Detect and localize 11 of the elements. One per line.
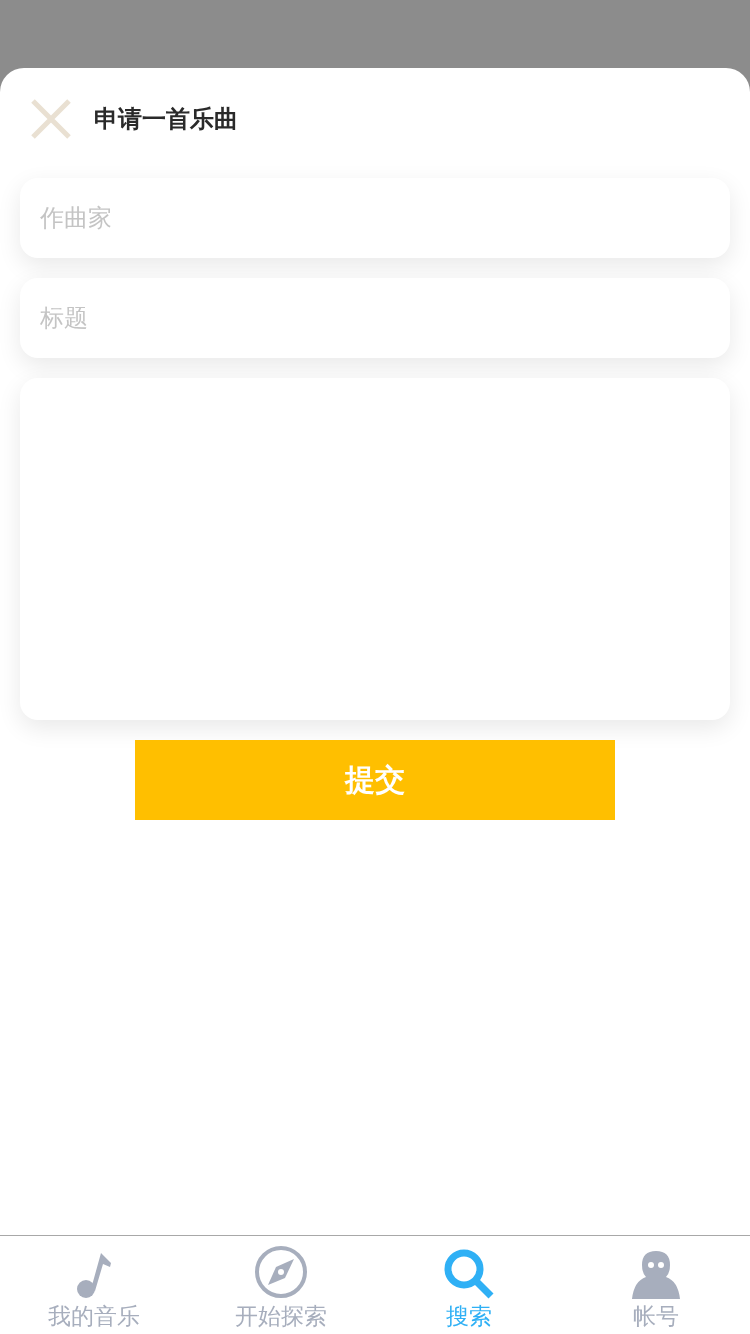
- tab[interactable]: 帐号: [562, 1236, 750, 1334]
- dialog-title: 申请一首乐曲: [94, 104, 238, 135]
- tab[interactable]: 搜索: [375, 1236, 563, 1334]
- compass-icon: [254, 1245, 309, 1299]
- input-field[interactable]: 作曲家: [20, 178, 730, 258]
- tab[interactable]: 我的音乐: [0, 1236, 188, 1334]
- input-field[interactable]: 标题: [20, 278, 730, 358]
- tab[interactable]: 开始探索: [187, 1236, 375, 1334]
- submit-button[interactable]: 提交: [135, 740, 615, 820]
- close-icon[interactable]: [30, 98, 72, 140]
- person-icon: [630, 1249, 683, 1299]
